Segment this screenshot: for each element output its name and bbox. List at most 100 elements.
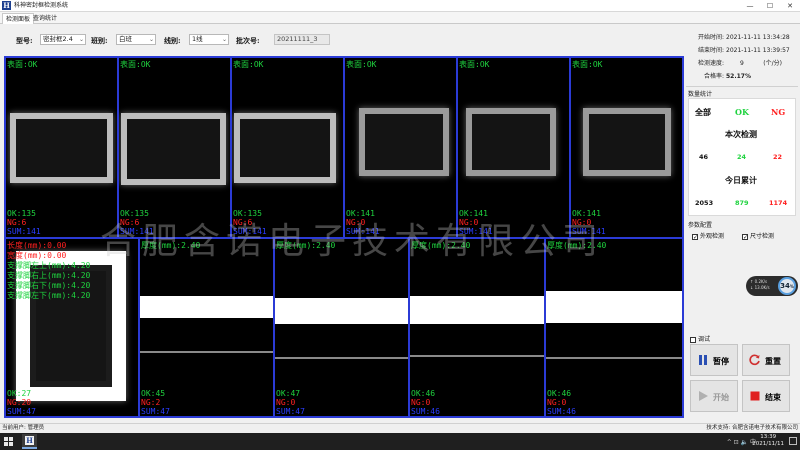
support-top-right: 支撑脚右上(mm):4.20 — [7, 271, 91, 280]
stop-button[interactable]: 结束 — [742, 380, 790, 412]
surface-status: 表面:OK — [233, 60, 264, 69]
camera-grid: 表面:OK OK:135 NG:6 SUM:141 表面:OK OK:135 N… — [4, 56, 684, 418]
ok-count: OK:141 — [346, 209, 375, 218]
appearance-check[interactable]: ✓ 外观检测 — [692, 231, 724, 240]
thickness-strip — [140, 296, 273, 318]
frame-image — [10, 113, 113, 183]
ng-count: NG:20 — [7, 398, 32, 407]
ok-count: OK:27 — [7, 389, 32, 398]
frame-image — [466, 108, 556, 176]
divider — [686, 86, 798, 87]
speed-unit: (个/分) — [763, 60, 782, 67]
ok-count: OK:47 — [276, 389, 301, 398]
maximize-button[interactable]: ☐ — [760, 0, 780, 12]
end-time-row: 结束时间: 2021-11-11 13:39:57 — [686, 46, 798, 56]
stats-box: 全部 OK NG 本次检测 46 24 22 今日累计 2053 879 117… — [688, 98, 796, 216]
today-total-title: 今日累计 — [725, 175, 757, 185]
close-button[interactable]: ✕ — [780, 0, 800, 12]
clock-time: 13:39 — [760, 434, 777, 440]
thickness-cell: 厚度(mm):2.40 OK:47 NG:0 SUM:47 — [274, 238, 409, 417]
thickness-strip — [546, 291, 682, 323]
pause-button[interactable]: 暂停 — [690, 344, 738, 376]
start-button[interactable]: 开始 — [690, 380, 738, 412]
line-select-value: 1线 — [192, 35, 203, 43]
thickness-value: 厚度(mm):2.40 — [411, 241, 471, 250]
frame-image — [234, 113, 336, 183]
taskbar-clock[interactable]: 13:39 2021/11/11 — [752, 434, 784, 448]
pause-icon — [699, 355, 707, 365]
surface-status: 表面:OK — [7, 60, 38, 69]
thickness-value: 厚度(mm):2.40 — [547, 241, 607, 250]
shift-select[interactable]: 白班 ⌄ — [116, 34, 156, 45]
checkbox-empty-icon — [690, 336, 696, 343]
ok-count: OK:141 — [459, 209, 488, 218]
stats-all-header: 全部 — [695, 107, 711, 117]
clock-date: 2021/11/11 — [752, 441, 784, 447]
window-title: 科神密封框检测系统 — [14, 2, 69, 9]
sum-count: SUM:47 — [7, 407, 36, 416]
tab-query-statistics[interactable]: 查询统计 — [30, 13, 60, 24]
ok-count: OK:46 — [411, 389, 436, 398]
batch-input[interactable]: 20211111_3 — [274, 34, 330, 45]
ng-count: NG:6 — [120, 218, 140, 227]
chevron-down-icon: ⌄ — [221, 36, 227, 43]
network-gauge-widget[interactable]: ↑ 0.2K/s ↓ 13.0K/s 34% — [746, 276, 798, 296]
taskbar-app-button[interactable]: H — [22, 434, 37, 449]
usage-unit: % — [789, 284, 794, 289]
reset-button-label: 重置 — [765, 356, 781, 366]
app-logo: H — [2, 1, 11, 10]
batch-label: 批次号: — [236, 36, 260, 45]
sum-count: SUM:141 — [459, 227, 493, 236]
minimize-button[interactable]: — — [740, 0, 760, 12]
surface-status: 表面:OK — [459, 60, 490, 69]
stop-button-label: 结束 — [765, 392, 781, 402]
surface-status: 表面:OK — [346, 60, 377, 69]
model-select-value: 密封框2.4 — [43, 35, 73, 43]
camera-cell: 表面:OK OK:141 NG:0 SUM:141 — [570, 57, 683, 238]
support-bottom-right: 支撑脚右下(mm):4.20 — [7, 281, 91, 290]
current-ok-value: 24 — [737, 153, 747, 161]
support-bottom-left: 支撑脚左下(mm):4.20 — [7, 291, 91, 300]
tab-bar: 检测面板 查询统计 — [0, 12, 800, 24]
ng-count: NG:0 — [572, 218, 592, 227]
size-check[interactable]: ✓ 尺寸检测 — [742, 231, 774, 240]
notification-icon[interactable] — [789, 437, 797, 445]
toolbar: 型号: 密封框2.4 ⌄ 班别: 白班 ⌄ 线别: 1线 ⌄ 批次号: 2021… — [4, 28, 676, 52]
thickness-value: 厚度(mm):2.40 — [141, 241, 201, 250]
camera-cell: 表面:OK OK:135 NG:6 SUM:141 — [231, 57, 344, 238]
length-value: 长度(mm):0.00 — [7, 241, 67, 250]
ng-count: NG:0 — [411, 398, 431, 407]
taskbar-app-logo: H — [25, 436, 34, 445]
ng-count: NG:0 — [346, 218, 366, 227]
edge-line — [546, 357, 682, 359]
network-speed: ↑ 0.2K/s ↓ 13.0K/s — [750, 279, 770, 291]
ng-count: NG:2 — [141, 398, 161, 407]
today-all-value: 2053 — [695, 199, 714, 207]
line-label: 线别: — [164, 36, 181, 45]
sum-count: SUM:47 — [276, 407, 305, 416]
ng-count: NG:0 — [459, 218, 479, 227]
end-time-label: 结束时间: — [697, 47, 724, 54]
model-select[interactable]: 密封框2.4 ⌄ — [40, 34, 86, 45]
speed-value: 9 — [740, 60, 744, 67]
right-panel: 开始时间: 2021-11-11 13:34:28 结束时间: 2021-11-… — [686, 28, 798, 420]
ok-count: OK:45 — [141, 389, 166, 398]
start-time-row: 开始时间: 2021-11-11 13:34:28 — [686, 33, 798, 43]
ok-count: OK:135 — [120, 209, 149, 218]
title-bar: H 科神密封框检测系统 — ☐ ✕ — [0, 0, 800, 12]
windows-start-icon[interactable] — [4, 437, 13, 446]
ng-count: NG:0 — [547, 398, 567, 407]
shift-label: 班别: — [91, 36, 108, 45]
ok-count: OK:135 — [7, 209, 36, 218]
support-top-left: 支撑脚左上(mm):4.20 — [7, 261, 91, 270]
download-speed: ↓ 13.0K/s — [750, 285, 770, 290]
thickness-value: 厚度(mm):2.40 — [276, 241, 336, 250]
debug-check[interactable]: 调试 — [690, 334, 710, 343]
line-select[interactable]: 1线 ⌄ — [189, 34, 229, 45]
ok-count: OK:135 — [233, 209, 262, 218]
sum-count: SUM:47 — [141, 407, 170, 416]
sum-count: SUM:141 — [346, 227, 380, 236]
reset-button[interactable]: 重置 — [742, 344, 790, 376]
chevron-down-icon: ⌄ — [148, 36, 154, 43]
sum-count: SUM:141 — [120, 227, 154, 236]
